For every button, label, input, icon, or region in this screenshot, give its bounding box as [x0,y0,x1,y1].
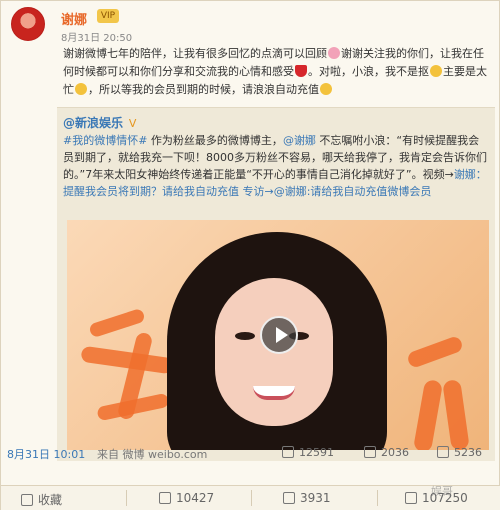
repost-count-value: 12591 [299,446,334,459]
star-icon [21,494,33,506]
repost-count[interactable]: 12591 [282,446,334,459]
weibo-post-card: 谢娜 VIP 8月31日 20:50 谢谢微博七年的陪伴，让我有很多回忆的点滴可… [0,0,500,510]
reposted-content[interactable]: @新浪娱乐 V #我的微博情怀# 作为粉丝最多的微博博主，@谢娜 不忘嘱咐小浪：… [57,107,495,461]
repost-source[interactable]: 来自 微博 weibo.com [97,446,207,462]
post-text: 谢谢微博七年的陪伴，让我有很多回忆的点滴可以回顾 谢谢关注我的你们，让我在任何时候… [63,45,493,99]
collect-button[interactable]: 收藏 [21,491,62,508]
divider [377,490,378,506]
verified-icon: V [128,117,137,130]
comment-count-value: 2036 [381,446,409,459]
comment-icon [283,492,295,504]
post-text-segment-5: ，所以等我的会员到期的时候，请浪浪自动充值 [88,83,319,96]
repost-date[interactable]: 8月31日 10:01 [7,446,85,462]
post-text-segment-1: 谢谢微博七年的陪伴，让我有很多回忆的点滴可以回顾 [63,47,327,60]
repost-footer: 8月31日 10:01 来自 微博 weibo.com 12591 2036 5… [7,443,493,463]
repost-author[interactable]: @新浪娱乐 [63,116,123,130]
mention-link[interactable]: @谢娜 [283,134,316,147]
calligraphy-stroke [88,307,146,339]
smile-emoji-icon [75,83,87,95]
laugh-emoji-icon [430,65,442,77]
crying-emoji-icon [320,83,332,95]
calligraphy-stroke [442,379,470,450]
topic-link[interactable]: #我的微博情怀# [63,134,147,147]
comment-button[interactable]: 3931 [283,491,331,505]
author-name[interactable]: 谢娜 [61,9,87,28]
like-icon [437,446,449,458]
repost-icon [282,446,294,458]
repost-button[interactable]: 10427 [159,491,214,505]
pig-emoji-icon [328,47,340,59]
comment-button-count: 3931 [300,491,331,505]
post-action-bar: 收藏 10427 3931 107250 [1,485,500,510]
avatar[interactable] [11,7,45,41]
divider [251,490,252,506]
collect-label: 收藏 [38,493,63,507]
tail-link[interactable]: @谢娜:请给我自动充值微博会员 [274,185,432,198]
calligraphy-stroke [412,378,444,450]
repost-text: #我的微博情怀# 作为粉丝最多的微博博主，@谢娜 不忘嘱咐小浪：“有时候提醒我会… [63,132,489,200]
vip-badge: VIP [97,9,119,23]
eye-icon [235,332,255,340]
video-thumbnail[interactable] [67,220,489,450]
like-count[interactable]: 5236 [437,446,482,459]
calligraphy-stroke [405,334,465,370]
repost-icon [159,492,171,504]
repost-button-count: 10427 [176,491,215,505]
smile-mouth [253,386,295,400]
repost-header: @新浪娱乐 V [63,114,136,131]
play-button[interactable] [260,316,298,354]
comment-count[interactable]: 2036 [364,446,409,459]
post-meta[interactable]: 8月31日 20:50 [61,29,132,44]
divider [126,490,127,506]
watermark: 娱哥 [431,485,453,498]
like-count-value: 5236 [454,446,482,459]
post-text-segment-3: 。对啦，小浪，我不是抠 [308,65,429,78]
heart-emoji-icon [295,65,307,77]
comment-icon [364,446,376,458]
repost-text-segment-1: 作为粉丝最多的微博博主， [147,134,283,147]
like-icon [405,492,417,504]
